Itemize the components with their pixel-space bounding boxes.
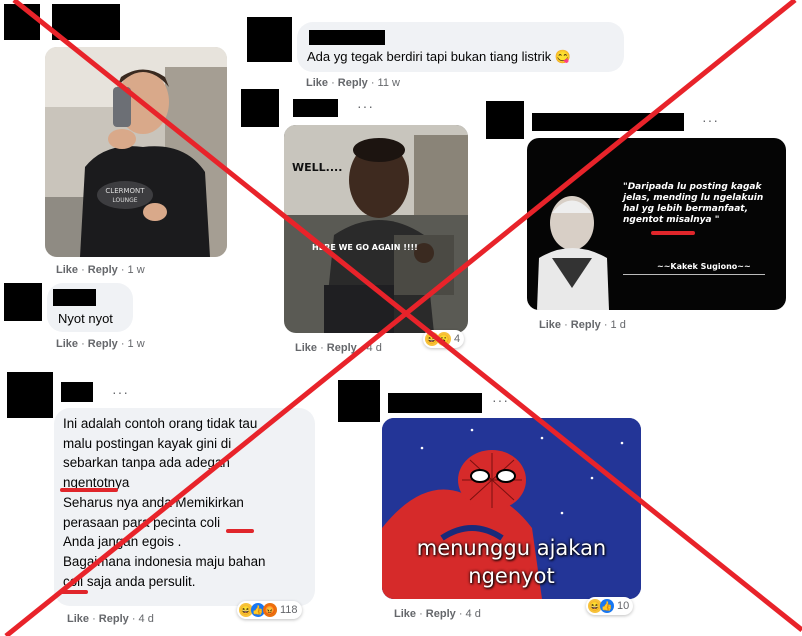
angry-emoji-icon: 😡 <box>263 603 277 617</box>
comment-line: Seharus nya anda Memikirkan <box>63 494 244 510</box>
censor-mark <box>226 529 254 533</box>
comment-text: Ada yg tegak berdiri tapi bukan tiang li… <box>307 49 552 64</box>
reply-link[interactable]: Reply <box>327 342 357 354</box>
meme-text-bottom: HERE WE GO AGAIN !!!! <box>312 243 418 252</box>
reactions-summary[interactable]: 😆 😮 4 <box>423 330 465 348</box>
comment-actions: Like · Reply · 1 w <box>56 338 145 350</box>
svg-text:LOUNGE: LOUNGE <box>112 197 137 204</box>
censor-mark <box>60 488 118 492</box>
quote-text: "Daripada lu posting kagak jelas, mendin… <box>623 182 764 225</box>
like-link[interactable]: Like <box>394 608 416 620</box>
commenter-name-redacted[interactable] <box>532 113 684 131</box>
like-link[interactable]: Like <box>295 342 317 354</box>
meme-caption: menunggu ajakan ngenyot <box>382 534 641 590</box>
meme-caption-line: menunggu ajakan <box>416 536 607 560</box>
timestamp[interactable]: 1 w <box>128 264 145 276</box>
comment-photo-spiderman[interactable]: menunggu ajakan ngenyot <box>382 418 641 599</box>
reactions-summary[interactable]: 😆 👍 10 <box>586 597 634 615</box>
meme-text-top: WELL.... <box>292 161 343 174</box>
quote-underline <box>623 274 765 275</box>
reply-link[interactable]: Reply <box>426 608 456 620</box>
timestamp[interactable]: 11 w <box>378 77 400 89</box>
censor-mark <box>60 590 88 594</box>
timestamp[interactable]: 1 w <box>128 338 145 350</box>
avatar[interactable] <box>247 17 292 62</box>
comment-actions: Like · Reply · 1 d <box>539 319 626 331</box>
commenter-name-redacted[interactable] <box>388 393 482 413</box>
commenter-name-redacted[interactable] <box>53 289 96 306</box>
avatar[interactable] <box>4 4 40 40</box>
more-icon[interactable]: ··· <box>702 112 719 128</box>
avatar[interactable] <box>486 101 524 139</box>
like-link[interactable]: Like <box>67 613 89 625</box>
comment-line: sebarkan tanpa ada adegan <box>63 455 230 471</box>
reactions-summary[interactable]: 😆 👍 😡 118 <box>237 601 302 619</box>
reaction-count: 4 <box>454 333 461 345</box>
timestamp[interactable]: 4 d <box>367 342 382 354</box>
wow-emoji-icon: 😮 <box>437 332 451 346</box>
commenter-name-redacted[interactable] <box>61 382 93 402</box>
avatar[interactable] <box>338 380 380 422</box>
censor-mark <box>651 231 695 235</box>
comment-bubble: Ada yg tegak berdiri tapi bukan tiang li… <box>297 22 624 72</box>
like-link[interactable]: Like <box>306 77 328 89</box>
timestamp[interactable]: 4 d <box>139 613 154 625</box>
reply-link[interactable]: Reply <box>88 264 118 276</box>
comment-actions: Like · Reply · 4 d <box>67 613 154 625</box>
reply-link[interactable]: Reply <box>571 319 601 331</box>
reaction-count: 118 <box>280 604 298 616</box>
avatar[interactable] <box>241 89 279 127</box>
comment-line: malu postingan kayak gini di <box>63 435 232 451</box>
like-reaction-icon: 👍 <box>600 599 614 613</box>
comment-line: coli saja anda persulit. <box>63 573 196 589</box>
comment-actions: Like · Reply · 4 d <box>394 608 481 620</box>
comment-line: Ini adalah contoh orang tidak tau <box>63 416 258 431</box>
timestamp[interactable]: 4 d <box>466 608 481 620</box>
comment-text-row: Ada yg tegak berdiri tapi bukan tiang li… <box>307 48 571 65</box>
avatar[interactable] <box>7 372 53 418</box>
commenter-name-redacted[interactable] <box>52 4 120 40</box>
like-link[interactable]: Like <box>56 264 78 276</box>
svg-text:CLERMONT: CLERMONT <box>105 187 145 195</box>
reply-link[interactable]: Reply <box>99 613 129 625</box>
comment-actions: Like · Reply · 11 w <box>306 77 400 89</box>
meme-caption-line: ngenyot <box>468 564 555 588</box>
comment-photo-man-phone[interactable]: CLERMONT LOUNGE <box>45 47 227 257</box>
like-link[interactable]: Like <box>56 338 78 350</box>
comment-bubble: Ini adalah contoh orang tidak tau malu p… <box>54 408 315 606</box>
commenter-name-redacted[interactable] <box>309 30 385 45</box>
timestamp[interactable]: 1 d <box>611 319 626 331</box>
comment-line: Anda jangan egois . <box>63 534 182 550</box>
comment-text-lines: Ini adalah contoh orang tidak tau malu p… <box>63 414 266 591</box>
more-icon[interactable]: ··· <box>492 392 509 408</box>
comment-photo-meme-well[interactable]: WELL.... HERE WE GO AGAIN !!!! <box>284 125 468 333</box>
comment-line: Bagaimana indonesia maju bahan <box>63 553 266 569</box>
commenter-name-redacted[interactable] <box>293 99 338 117</box>
comment-actions: Like · Reply · 1 w <box>56 264 145 276</box>
quote-attribution: ~~Kakek Sugiono~~ <box>657 262 751 271</box>
yum-emoji-icon: 😋 <box>554 49 572 64</box>
like-link[interactable]: Like <box>539 319 561 331</box>
comment-actions: Like · Reply · 4 d <box>295 342 382 354</box>
comment-bubble: Nyot nyot <box>47 283 133 332</box>
comment-photo-quote[interactable]: "Daripada lu posting kagak jelas, mendin… <box>527 138 786 310</box>
reply-link[interactable]: Reply <box>88 338 118 350</box>
reply-link[interactable]: Reply <box>338 77 368 89</box>
comment-text: Nyot nyot <box>58 311 113 326</box>
reaction-count: 10 <box>617 600 630 612</box>
avatar[interactable] <box>4 283 42 321</box>
more-icon[interactable]: ··· <box>112 384 129 400</box>
more-icon[interactable]: ··· <box>357 98 374 114</box>
